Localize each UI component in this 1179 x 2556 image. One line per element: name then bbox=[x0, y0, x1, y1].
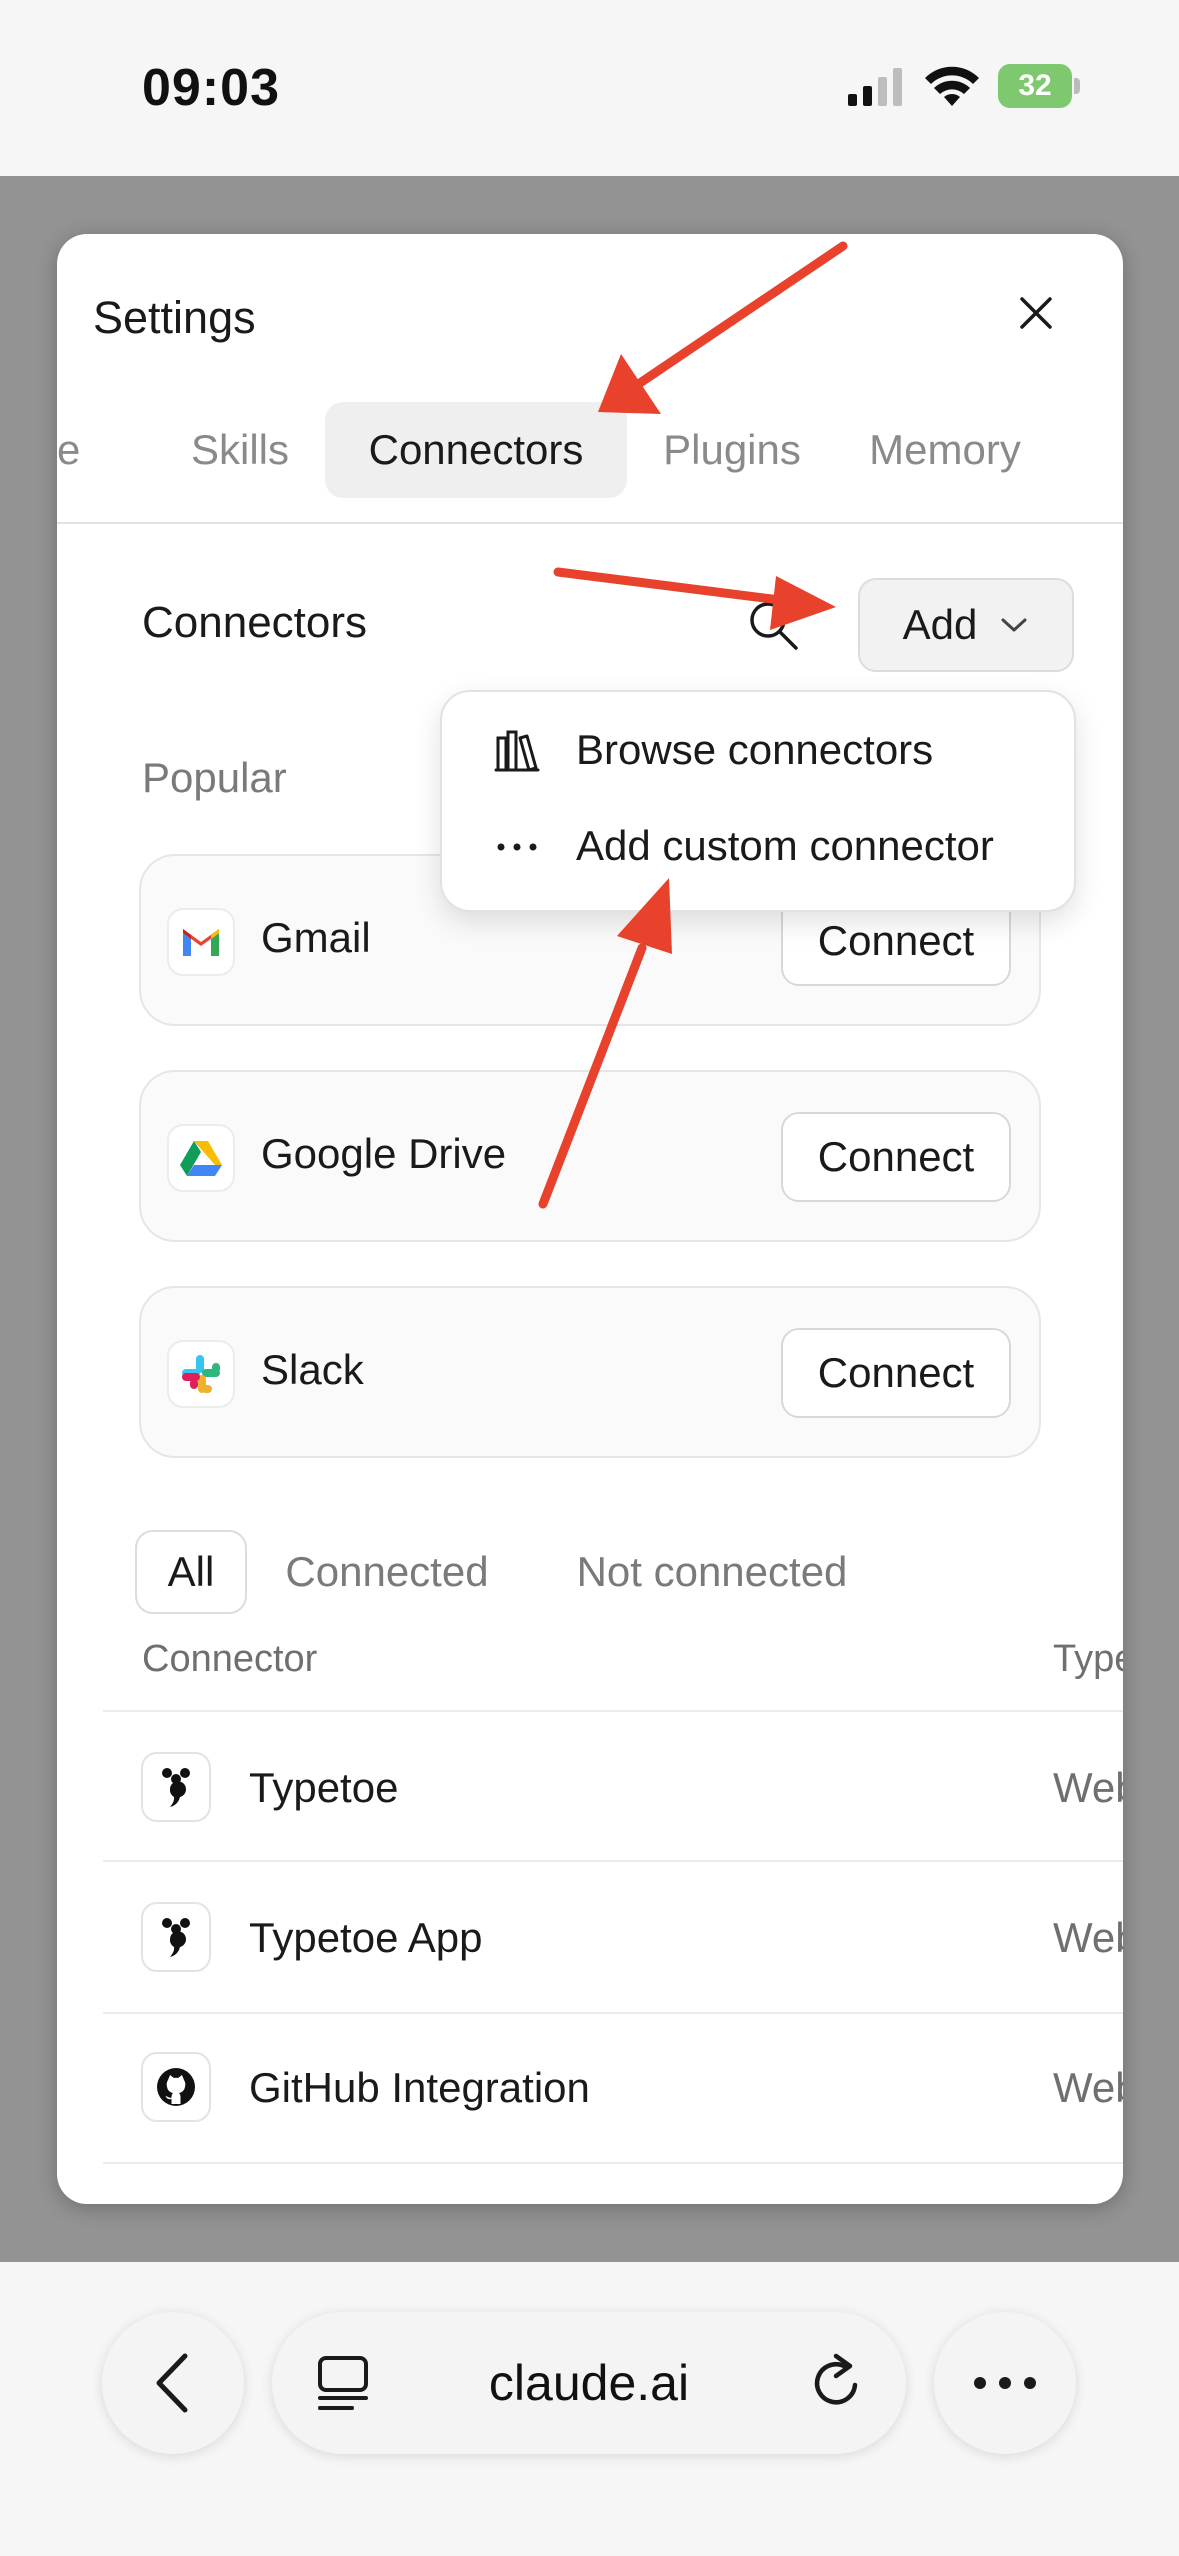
filter-not-connected[interactable]: Not connected bbox=[557, 1530, 867, 1614]
table-row-name[interactable]: Typetoe bbox=[249, 1764, 398, 1812]
table-row-name[interactable]: Typetoe App bbox=[249, 1914, 483, 1962]
chevron-down-icon bbox=[1001, 618, 1027, 632]
row-divider bbox=[103, 1860, 1123, 1862]
menu-item-label: Add custom connector bbox=[576, 822, 994, 869]
browser-toolbar: claude.ai bbox=[0, 2262, 1179, 2556]
cellular-signal-icon bbox=[848, 68, 902, 106]
section-title: Connectors bbox=[142, 598, 368, 647]
add-dropdown-menu: Browse connectors Add custom connector bbox=[440, 690, 1076, 912]
settings-tabs: e Skills Connectors Plugins Memory bbox=[57, 402, 1123, 504]
battery-icon: 32 bbox=[998, 64, 1080, 108]
typetoe-icon bbox=[141, 1752, 211, 1822]
column-header-type: Type bbox=[1053, 1638, 1123, 1680]
table-row-type: Web bbox=[1053, 1914, 1123, 1961]
wifi-icon bbox=[925, 66, 979, 106]
connector-card-name: Slack bbox=[261, 1346, 364, 1393]
more-dots-icon bbox=[974, 2377, 1036, 2389]
tab-memory[interactable]: Memory bbox=[847, 402, 1043, 498]
close-button[interactable] bbox=[1003, 280, 1069, 346]
modal-title: Settings bbox=[93, 292, 256, 343]
tab-plugins[interactable]: Plugins bbox=[647, 402, 817, 498]
back-arrow-icon bbox=[156, 2353, 188, 2413]
menu-item-add-custom-connector[interactable]: Add custom connector bbox=[442, 798, 1078, 894]
connector-card-google-drive: Google Drive Connect bbox=[139, 1070, 1041, 1242]
filter-all[interactable]: All bbox=[135, 1530, 247, 1614]
table-row-type: Web bbox=[1053, 1764, 1123, 1811]
gmail-icon bbox=[167, 908, 235, 976]
settings-modal: Settings e Skills Connectors Plugins Mem… bbox=[57, 234, 1123, 2204]
table-row-type: Web bbox=[1053, 2064, 1123, 2111]
more-button[interactable] bbox=[934, 2312, 1076, 2454]
tabs-divider bbox=[57, 522, 1123, 524]
url-bar[interactable]: claude.ai bbox=[272, 2312, 906, 2454]
more-dots-icon bbox=[497, 843, 537, 851]
battery-level: 32 bbox=[998, 64, 1072, 108]
back-button[interactable] bbox=[102, 2312, 244, 2454]
status-bar: 09:03 32 bbox=[0, 0, 1179, 176]
connect-button[interactable]: Connect bbox=[781, 1112, 1011, 1202]
connect-button[interactable]: Connect bbox=[781, 1328, 1011, 1418]
row-divider bbox=[103, 2162, 1123, 2164]
table-row-name[interactable]: GitHub Integration bbox=[249, 2064, 590, 2112]
menu-item-browse-connectors[interactable]: Browse connectors bbox=[442, 702, 1078, 798]
connector-card-slack: Slack Connect bbox=[139, 1286, 1041, 1458]
filter-connected[interactable]: Connected bbox=[267, 1530, 507, 1614]
column-header-connector: Connector bbox=[142, 1638, 318, 1680]
search-icon[interactable] bbox=[742, 594, 804, 656]
reload-icon[interactable] bbox=[806, 2352, 868, 2414]
row-divider bbox=[103, 1710, 1123, 1712]
typetoe-icon bbox=[141, 1902, 211, 1972]
tab-skills[interactable]: Skills bbox=[175, 402, 305, 498]
connector-card-name: Google Drive bbox=[261, 1130, 507, 1177]
tab-partial[interactable]: e bbox=[57, 402, 79, 498]
menu-item-label: Browse connectors bbox=[576, 726, 934, 773]
status-time: 09:03 bbox=[142, 59, 280, 117]
slack-icon bbox=[167, 1340, 235, 1408]
add-button[interactable]: Add bbox=[858, 578, 1074, 672]
popular-label: Popular bbox=[142, 754, 287, 801]
books-icon bbox=[494, 730, 540, 772]
google-drive-icon bbox=[167, 1124, 235, 1192]
tab-connectors[interactable]: Connectors bbox=[325, 402, 627, 498]
add-button-label: Add bbox=[902, 601, 978, 648]
row-divider bbox=[103, 2012, 1123, 2014]
connector-card-name: Gmail bbox=[261, 914, 371, 961]
github-icon bbox=[141, 2052, 211, 2122]
close-icon bbox=[1020, 297, 1052, 329]
